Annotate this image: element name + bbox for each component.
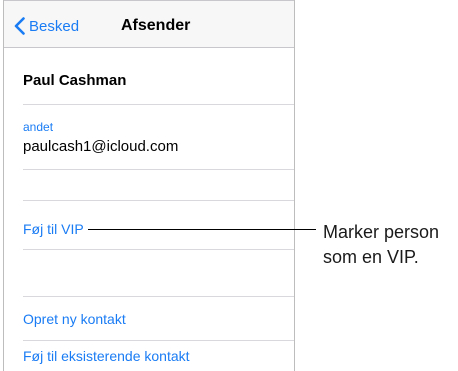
divider — [23, 249, 294, 250]
create-new-contact-button[interactable]: Opret ny kontakt — [23, 311, 126, 327]
divider — [23, 296, 294, 297]
phone-screen: Besked Afsender Paul Cashman andet paulc… — [3, 0, 295, 371]
callout-line — [88, 229, 316, 230]
divider — [23, 169, 294, 170]
back-button-label: Besked — [29, 17, 80, 35]
navigation-bar: Besked Afsender — [4, 0, 294, 48]
page-title: Afsender — [121, 17, 191, 34]
callout-line-1: Marker person — [323, 222, 440, 242]
email-address[interactable]: paulcash1@icloud.com — [23, 138, 178, 155]
divider — [23, 340, 294, 341]
add-to-vip-button[interactable]: Føj til VIP — [23, 221, 84, 237]
contact-name: Paul Cashman — [23, 72, 127, 89]
add-to-existing-contact-button[interactable]: Føj til eksisterende kontakt — [23, 348, 190, 364]
divider — [23, 200, 294, 201]
email-type-label: andet — [23, 120, 54, 134]
callout-line-2: som en VIP. — [323, 247, 419, 267]
callout-text: Marker person som en VIP. — [323, 220, 439, 270]
divider — [23, 104, 294, 105]
page: Besked Afsender Paul Cashman andet paulc… — [0, 0, 458, 371]
chevron-left-icon — [14, 17, 29, 35]
back-button[interactable]: Besked — [14, 15, 79, 37]
